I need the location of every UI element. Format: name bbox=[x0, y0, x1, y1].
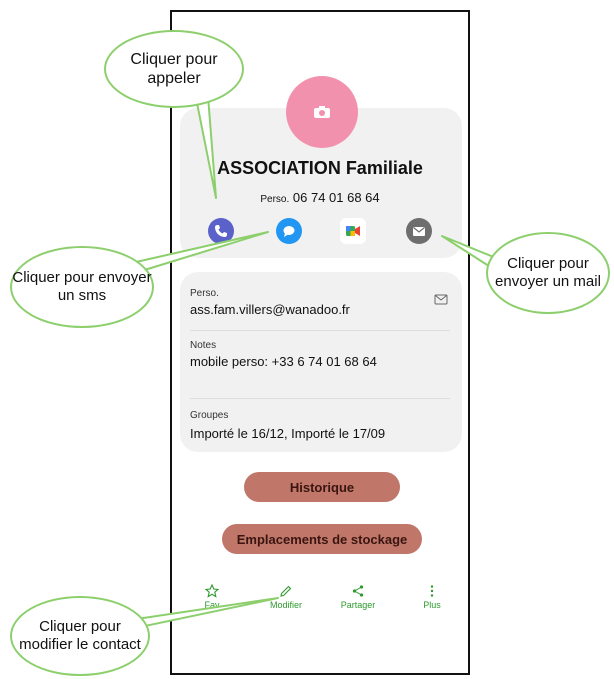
callout-mail: Cliquer pour envoyer un mail bbox=[486, 232, 610, 314]
callout-call: Cliquer pour appeler bbox=[104, 30, 244, 108]
callout-tails bbox=[125, 95, 497, 631]
callout-sms: Cliquer pour envoyer un sms bbox=[10, 246, 154, 328]
callout-edit: Cliquer pour modifier le contact bbox=[10, 596, 150, 676]
